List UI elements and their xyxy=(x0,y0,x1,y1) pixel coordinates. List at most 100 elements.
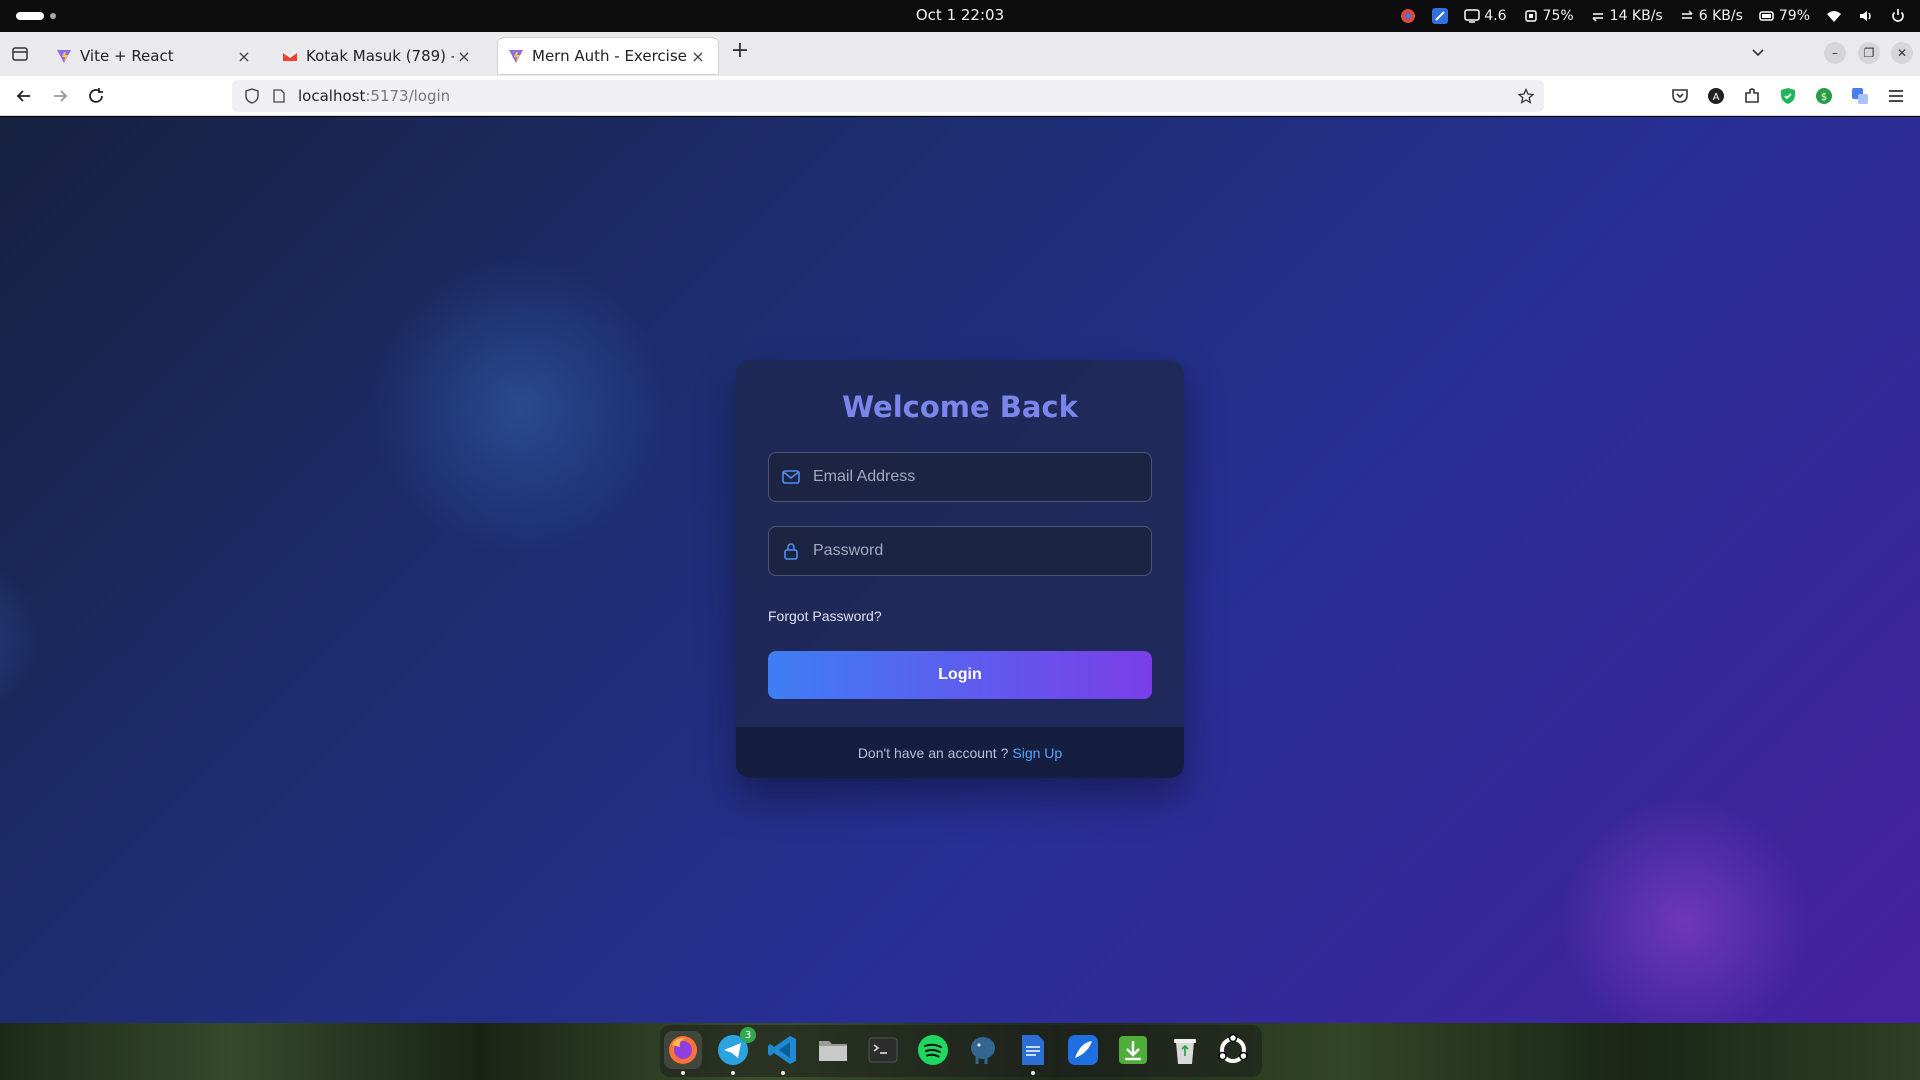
back-arrow-icon[interactable] xyxy=(14,86,34,106)
minimize-window-button[interactable]: – xyxy=(1824,42,1846,64)
mail-icon xyxy=(782,470,800,484)
battery-value: 79% xyxy=(1778,8,1810,24)
card-footer: Don't have an account ? Sign Up xyxy=(736,727,1184,778)
email-input[interactable] xyxy=(813,453,1151,501)
ubuntu-logo-icon xyxy=(1218,1033,1248,1063)
password-field[interactable] xyxy=(768,526,1152,576)
volume-icon xyxy=(1860,11,1871,21)
system-top-bar: Oct 1 22:03 4.6 75% 14 KB/s 6 KB/s 79% xyxy=(0,0,1920,32)
translate-icon[interactable] xyxy=(1850,86,1870,106)
postgresql-elephant-icon xyxy=(971,1037,995,1064)
net-up-value: 6 KB/s xyxy=(1698,8,1743,24)
running-indicator xyxy=(731,1071,735,1075)
dock-app-vscode[interactable] xyxy=(764,1031,802,1075)
dock-app-trash[interactable] xyxy=(1166,1031,1204,1069)
desktop-dock-area: 3 xyxy=(0,1023,1920,1080)
url-host: localhost xyxy=(298,87,366,105)
terminal-icon xyxy=(868,1037,898,1063)
signup-prompt: Don't have an account ? xyxy=(857,744,1009,761)
download-icon xyxy=(1119,1036,1147,1064)
document-writer-icon xyxy=(1022,1035,1044,1065)
dock-app-postgresql[interactable] xyxy=(964,1031,1002,1069)
password-input[interactable] xyxy=(813,527,1151,575)
vite-icon xyxy=(509,50,523,63)
record-indicator[interactable] xyxy=(1400,8,1416,24)
account-icon[interactable]: A xyxy=(1706,86,1726,106)
page-info-icon[interactable] xyxy=(272,89,286,103)
net-down-indicator[interactable]: 14 KB/s xyxy=(1590,8,1663,24)
email-field[interactable] xyxy=(768,452,1152,502)
forgot-password-link[interactable]: Forgot Password? xyxy=(768,608,882,624)
dock-app-launcher[interactable] xyxy=(1214,1031,1252,1069)
vscode-icon xyxy=(768,1036,796,1064)
dock-app-downloader[interactable] xyxy=(1114,1031,1152,1069)
address-bar[interactable]: localhost:5173/login xyxy=(232,80,1544,112)
tab-gmail[interactable]: Kotak Masuk (789) - srarfi × xyxy=(272,38,484,74)
browser-tab-strip: Vite + React × Kotak Masuk (789) - srarf… xyxy=(0,32,1920,76)
login-button[interactable]: Login xyxy=(768,651,1152,699)
dock-app-terminal[interactable] xyxy=(864,1031,902,1069)
vite-icon xyxy=(57,50,71,63)
firefox-icon xyxy=(669,1036,697,1064)
dock-app-feather[interactable] xyxy=(1064,1031,1102,1069)
cpu-load-value: 4.6 xyxy=(1484,8,1507,24)
battery-indicator[interactable]: 79% xyxy=(1759,8,1810,24)
dock-app-telegram[interactable]: 3 xyxy=(714,1027,756,1075)
notes-indicator[interactable] xyxy=(1432,8,1449,24)
running-indicator xyxy=(681,1071,685,1075)
background-glow xyxy=(370,257,670,557)
net-down-value: 14 KB/s xyxy=(1609,8,1663,24)
hamburger-menu-icon[interactable] xyxy=(1886,86,1906,106)
ram-indicator[interactable]: 75% xyxy=(1523,8,1574,24)
ram-value: 75% xyxy=(1542,8,1574,24)
adblock-shield-icon[interactable] xyxy=(1778,86,1798,106)
browser-nav-bar: localhost:5173/login A $ xyxy=(0,76,1920,116)
pocket-icon[interactable] xyxy=(1670,86,1690,106)
close-tab-icon[interactable]: × xyxy=(688,47,708,66)
arrows-up-icon xyxy=(1681,10,1693,19)
feather-icon xyxy=(1068,1035,1098,1065)
signup-link[interactable]: Sign Up xyxy=(1012,745,1062,761)
tab-vite-react[interactable]: Vite + React × xyxy=(46,38,264,74)
dock-app-writer[interactable] xyxy=(1014,1031,1052,1075)
grammar-extension-icon[interactable]: $ xyxy=(1814,86,1834,106)
dock: 3 xyxy=(660,1025,1262,1077)
wifi-icon xyxy=(1827,11,1841,22)
dock-app-firefox[interactable] xyxy=(664,1031,702,1075)
wifi-indicator[interactable] xyxy=(1826,8,1842,24)
close-tab-icon[interactable]: × xyxy=(234,47,254,66)
shield-icon[interactable] xyxy=(244,88,260,104)
new-tab-button[interactable]: + xyxy=(728,38,752,63)
chevron-down-icon[interactable] xyxy=(1748,42,1768,62)
power-indicator[interactable] xyxy=(1890,8,1906,24)
monitor-icon xyxy=(1464,9,1481,23)
dock-app-files[interactable] xyxy=(814,1031,852,1069)
gmail-icon xyxy=(282,51,298,61)
net-up-indicator[interactable]: 6 KB/s xyxy=(1679,8,1743,24)
tab-title: Vite + React xyxy=(80,47,174,65)
status-indicators: 4.6 75% 14 KB/s 6 KB/s 79% xyxy=(1400,0,1906,32)
feather-icon xyxy=(1432,8,1449,24)
running-indicator xyxy=(1031,1071,1035,1075)
svg-text:A: A xyxy=(1713,92,1720,103)
close-tab-icon[interactable]: × xyxy=(454,47,474,66)
forward-arrow-icon[interactable] xyxy=(50,86,70,106)
bookmark-star-icon[interactable] xyxy=(1518,88,1534,104)
tab-title: Kotak Masuk (789) - srarfi xyxy=(306,47,454,65)
arrows-down-icon xyxy=(1592,13,1603,22)
page-title: Welcome Back xyxy=(842,390,1078,424)
background-glow xyxy=(0,557,40,717)
dock-app-spotify[interactable] xyxy=(914,1031,952,1069)
spotify-icon xyxy=(918,1035,948,1065)
extensions-puzzle-icon[interactable] xyxy=(1742,86,1762,106)
lock-icon xyxy=(784,543,798,560)
background-glow xyxy=(1560,797,1810,1023)
restore-window-button[interactable]: ❐ xyxy=(1858,42,1880,64)
tab-title: Mern Auth - Exercise xyxy=(532,47,687,65)
reload-icon[interactable] xyxy=(86,86,106,106)
volume-indicator[interactable] xyxy=(1858,8,1874,24)
tab-groups-icon[interactable] xyxy=(10,44,30,64)
cpu-load-indicator[interactable]: 4.6 xyxy=(1464,8,1507,24)
tab-mern-auth[interactable]: Mern Auth - Exercise × xyxy=(498,38,718,74)
close-window-button[interactable]: ✕ xyxy=(1891,42,1913,64)
